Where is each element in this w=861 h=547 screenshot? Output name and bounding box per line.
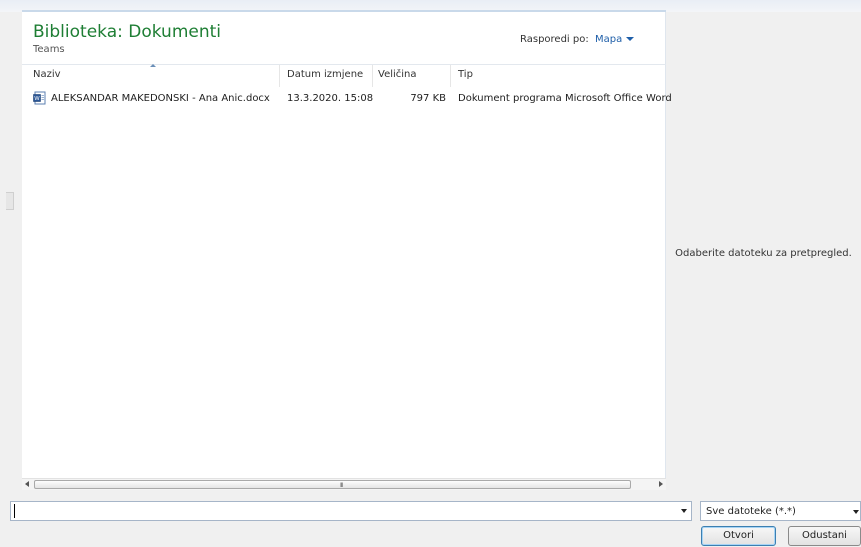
column-header-type[interactable]: Tip [458,69,473,80]
chevron-down-icon [853,510,859,514]
sort-ascending-icon [150,64,156,67]
file-type-filter-select[interactable]: Sve datoteke (*.*) [700,501,861,521]
file-list-pane: Biblioteka: Dokumenti Teams Rasporedi po… [22,12,672,490]
column-header-modified[interactable]: Datum izmjene [287,69,363,80]
open-button[interactable]: Otvori [701,526,776,546]
file-name: ALEKSANDAR MAKEDONSKI - Ana Anic.docx [51,93,270,104]
chevron-down-icon [626,37,635,41]
column-separator[interactable] [450,65,451,87]
file-name-history-chevron-down-icon[interactable] [681,509,687,513]
cancel-button[interactable]: Odustani [788,526,861,546]
preview-placeholder: Odaberite datoteku za pretpregled. [675,248,852,259]
file-row[interactable]: W ALEKSANDAR MAKEDONSKI - Ana Anic.docx … [22,90,672,108]
file-type: Dokument programa Microsoft Office Word [458,93,672,104]
column-header-name[interactable]: Naziv [33,69,61,80]
window-top-strip [0,0,861,12]
column-separator[interactable] [279,65,280,87]
file-modified-date: 13.3.2020. 15:08 [287,93,374,104]
library-title: Biblioteka: Dokumenti [33,22,222,42]
file-type-filter-value: Sve datoteke (*.*) [706,506,796,517]
scrollbar-thumb[interactable]: III [34,480,631,489]
column-separator[interactable] [372,65,373,87]
scrollbar-grip: III [340,482,343,489]
scroll-right-arrow-icon[interactable] [659,481,663,487]
scroll-left-arrow-icon[interactable] [25,481,29,487]
column-header-size[interactable]: Veličina [378,69,417,80]
navigation-pane-splitter[interactable] [6,192,14,210]
text-caret [14,504,15,518]
file-name-input[interactable] [10,501,692,521]
horizontal-scrollbar[interactable]: III [22,478,666,490]
file-size: 797 KB [410,93,446,104]
column-header-row: Naziv Datum izmjene Veličina Tip [22,64,666,87]
svg-text:W: W [34,96,40,102]
arrange-by-dropdown[interactable]: Mapa [595,34,635,45]
library-subtitle: Teams [33,44,65,55]
arrange-by-value: Mapa [595,34,623,45]
word-document-icon: W [33,91,46,105]
arrange-by-label: Rasporedi po: [520,34,589,45]
